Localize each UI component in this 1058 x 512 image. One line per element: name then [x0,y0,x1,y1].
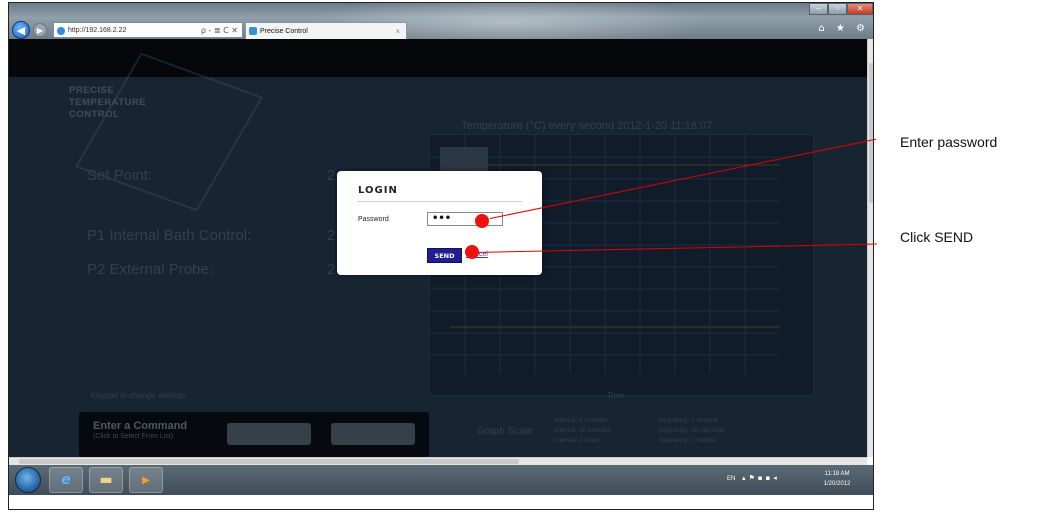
password-label: Password [358,216,389,223]
forward-button[interactable]: ▶ [33,23,47,37]
login-title: LOGIN [358,185,398,196]
media-player-icon[interactable]: ▶ [129,467,163,493]
start-button[interactable] [15,467,41,493]
web-page: PRECISE TEMPERATURE CONTROL Set Point: 2… [9,39,867,457]
maximize-button[interactable]: ▫ [828,3,848,15]
tab-close-icon[interactable]: × [395,27,400,36]
vertical-scrollbar[interactable] [867,39,873,457]
site-icon [57,27,65,35]
windows-taskbar: e ▬ ▶ EN ▴⚑▪▪◂ 11:18 AM 1/20/2012 [9,465,873,495]
horizontal-scrollbar[interactable] [9,457,867,465]
callout-enter-password: Enter password [900,134,998,150]
address-bar[interactable]: http://192.168.2.22 ρ - ≣ C ✕ [53,22,243,38]
tab-title: Precise Control [260,27,308,35]
address-controls[interactable]: ρ - ≣ C ✕ [201,26,238,35]
back-arrow-icon: ◀ [16,23,26,37]
tray-icons[interactable]: ▴⚑▪▪◂ [742,474,780,482]
forward-arrow-icon: ▶ [36,25,44,35]
close-window-button[interactable]: ✕ [847,3,873,15]
tab-precise-control[interactable]: Precise Control × [245,22,407,39]
callout-click-send: Click SEND [900,229,974,245]
home-favorites-tools-icons[interactable]: ⌂ ★ ⚙ [818,23,869,34]
clock-time[interactable]: 11:18 AM [817,471,857,477]
divider [357,201,522,202]
screenshot-frame: ◀ ▶ http://192.168.2.22 ρ - ≣ C ✕ Precis… [8,2,874,510]
login-dialog: LOGIN Password ••• SEND Cancel [337,171,542,275]
tab-favicon-icon [249,27,257,35]
language-indicator[interactable]: EN [727,476,735,482]
callout-dot-password [475,214,489,228]
browser-chrome: ◀ ▶ http://192.168.2.22 ρ - ≣ C ✕ Precis… [9,3,873,53]
address-url: http://192.168.2.22 [68,26,127,34]
window-controls: – ▫ ✕ [809,3,873,17]
clock-date[interactable]: 1/20/2012 [817,481,857,487]
password-field[interactable]: ••• [427,212,503,226]
callout-dot-send [465,245,479,259]
back-button[interactable]: ◀ [12,21,30,39]
folder-icon[interactable]: ▬ [89,467,123,493]
minimize-button[interactable]: – [809,3,829,15]
internet-explorer-icon[interactable]: e [49,467,83,493]
send-button[interactable]: SEND [427,248,462,263]
